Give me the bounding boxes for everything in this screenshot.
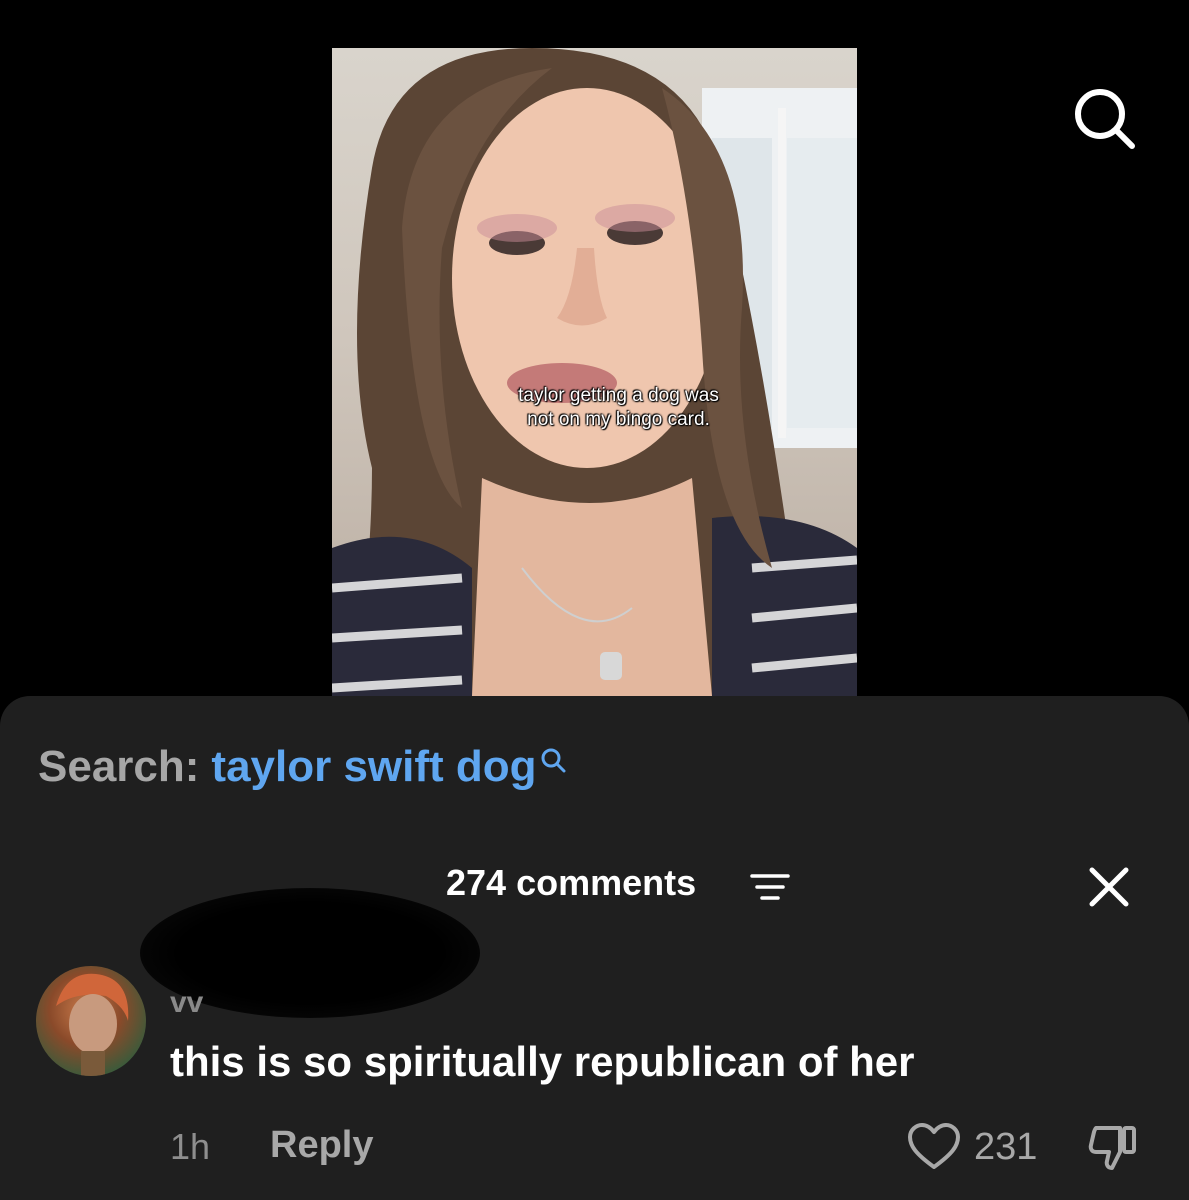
search-prefix: Search: (38, 742, 200, 791)
comment-meta-row: 1h Reply 231 (0, 1122, 1189, 1172)
video-still (332, 48, 857, 696)
caption-line-1: taylor getting a dog was (518, 385, 719, 406)
comments-sheet: Search: taylor swift dog 274 comments vᴠ… (0, 696, 1189, 1200)
caption-line-2: not on my bingo card. (527, 409, 710, 430)
search-suggestion[interactable]: Search: taylor swift dog (38, 742, 567, 792)
comments-count: 274 comments (446, 862, 697, 903)
avatar-image (56, 973, 129, 1076)
search-icon (541, 748, 566, 773)
video-caption: taylor getting a dog was not on my bingo… (332, 384, 857, 432)
reply-button[interactable]: Reply (270, 1124, 373, 1167)
heart-icon[interactable] (906, 1122, 962, 1172)
like-count: 231 (974, 1126, 1038, 1168)
comment-time: 1h (170, 1126, 211, 1167)
avatar[interactable] (36, 966, 146, 1076)
video-area: taylor getting a dog was not on my bingo… (0, 0, 1189, 720)
video-frame[interactable]: taylor getting a dog was not on my bingo… (332, 48, 857, 696)
sort-icon[interactable] (750, 872, 790, 902)
thumbs-down-icon[interactable] (1086, 1122, 1142, 1174)
search-icon[interactable] (1068, 82, 1140, 154)
comment-username[interactable]: vᴠ (170, 986, 203, 1020)
comment-text: this is so spiritually republican of her (170, 1038, 915, 1085)
close-icon[interactable] (1086, 864, 1132, 910)
comments-header: 274 comments (0, 860, 1189, 908)
search-term-link[interactable]: taylor swift dog (211, 742, 536, 792)
